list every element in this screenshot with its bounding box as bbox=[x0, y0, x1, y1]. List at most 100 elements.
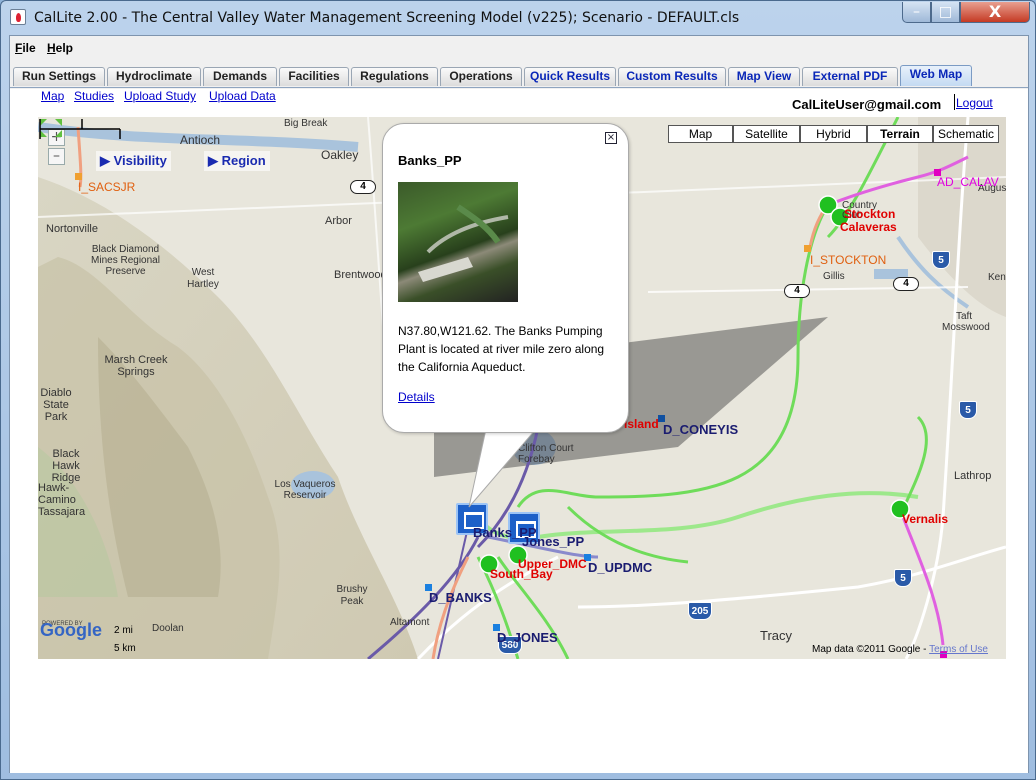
place-label: Big Break bbox=[284, 118, 328, 129]
stockton-label: Stockton bbox=[844, 207, 896, 221]
place-label: Antioch bbox=[180, 133, 221, 147]
tab-hydroclimate[interactable]: Hydroclimate bbox=[107, 67, 201, 86]
tab-quick-results[interactable]: Quick Results bbox=[524, 67, 616, 86]
upload-data-link[interactable]: Upload Data bbox=[209, 89, 276, 103]
map-canvas[interactable]: + – ▶ Visibility ▶ Region Map Satellite … bbox=[38, 117, 1006, 659]
menu-bar: File Help bbox=[10, 36, 1028, 60]
scale-km-label: 5 km bbox=[114, 643, 136, 654]
route-shield: 5 bbox=[932, 251, 950, 269]
web-map-panel: Map Studies Upload Study Upload Data Cal… bbox=[10, 89, 1028, 773]
region-label: Region bbox=[221, 153, 266, 168]
popup-close-icon[interactable]: × bbox=[605, 132, 617, 144]
client-area: File Help Run Settings Hydroclimate Dema… bbox=[9, 35, 1029, 773]
pumping-plant-photo bbox=[398, 182, 518, 302]
maptype-satellite-button[interactable]: Satellite bbox=[733, 125, 800, 143]
maptype-hybrid-button[interactable]: Hybrid bbox=[800, 125, 867, 143]
expand-arrow-icon: ▶ bbox=[100, 153, 114, 168]
map-copyright: Map data ©2011 Google - Terms of Use bbox=[812, 644, 988, 655]
vernalis-label: Vernalis bbox=[902, 512, 949, 526]
tab-operations[interactable]: Operations bbox=[440, 67, 522, 86]
tab-bar: Run Settings Hydroclimate Demands Facili… bbox=[10, 64, 1028, 88]
place-label: Brentwood bbox=[334, 269, 387, 281]
app-icon bbox=[10, 9, 26, 25]
ad-calav-label: AD_CALAV bbox=[937, 175, 999, 189]
place-label: Hawk-Camino Tassajara bbox=[38, 482, 86, 518]
d-jones-label: D_JONES bbox=[497, 630, 558, 645]
close-button[interactable]: X bbox=[960, 2, 1030, 23]
place-label: West Hartley bbox=[187, 267, 219, 290]
minimize-button[interactable]: – bbox=[902, 2, 931, 23]
popup-title: Banks_PP bbox=[398, 153, 462, 168]
scale-mi-label: 2 mi bbox=[114, 625, 133, 636]
scale-bar bbox=[39, 119, 121, 139]
place-label: Black Hawk Ridge bbox=[51, 448, 81, 484]
tab-custom-results[interactable]: Custom Results bbox=[618, 67, 726, 86]
jones-pp-label: Jones_PP bbox=[522, 534, 585, 549]
place-label: Taft Mosswood bbox=[942, 311, 990, 333]
tab-run-settings[interactable]: Run Settings bbox=[13, 67, 105, 86]
terms-of-use-link[interactable]: Terms of Use bbox=[929, 644, 988, 655]
info-popup: × Banks_PP N37.80,W121.62. The Banks Pum… bbox=[382, 123, 629, 433]
d-banks-label: D_BANKS bbox=[429, 590, 492, 605]
place-label: Gillis bbox=[823, 271, 845, 282]
i-stockton-label: I_STOCKTON bbox=[810, 253, 887, 267]
region-toggle[interactable]: ▶ Region bbox=[204, 151, 270, 171]
place-label: Oakley bbox=[321, 148, 359, 162]
tab-map-view[interactable]: Map View bbox=[728, 67, 800, 86]
upload-study-link[interactable]: Upload Study bbox=[124, 89, 196, 103]
maptype-terrain-button[interactable]: Terrain bbox=[867, 125, 933, 143]
place-label: Nortonville bbox=[46, 223, 98, 235]
menu-file[interactable]: File bbox=[15, 41, 36, 55]
text-cursor bbox=[954, 94, 955, 110]
south-bay-label: South_Bay bbox=[490, 567, 553, 581]
d-updmc-label: D_UPDMC bbox=[588, 560, 653, 575]
zoom-out-button[interactable]: – bbox=[48, 148, 65, 165]
maximize-button[interactable]: □ bbox=[931, 2, 960, 23]
visibility-label: Visibility bbox=[113, 153, 167, 168]
expand-arrow-icon: ▶ bbox=[208, 153, 222, 168]
place-label: Diablo State Park bbox=[40, 387, 72, 423]
tab-regulations[interactable]: Regulations bbox=[351, 67, 438, 86]
studies-link[interactable]: Studies bbox=[74, 89, 114, 103]
title-bar[interactable]: CalLite 2.00 - The Central Valley Water … bbox=[1, 1, 1035, 35]
island-label: Island bbox=[624, 417, 659, 431]
place-label: Kent bbox=[988, 272, 1006, 283]
maptype-map-button[interactable]: Map bbox=[668, 125, 733, 143]
popup-pointer bbox=[468, 429, 537, 508]
user-email: CalLiteUser@gmail.com bbox=[792, 97, 942, 112]
route-shield: 5 bbox=[894, 569, 912, 587]
place-label: Arbor bbox=[325, 215, 352, 227]
tab-facilities[interactable]: Facilities bbox=[279, 67, 349, 86]
route-shield: 5 bbox=[959, 401, 977, 419]
map-link[interactable]: Map bbox=[41, 89, 64, 103]
place-label: Black Diamond Mines Regional Preserve bbox=[91, 244, 160, 277]
route-shield: 4 bbox=[893, 277, 919, 291]
aerial-photo-image bbox=[418, 204, 509, 282]
place-label: Marsh Creek Springs bbox=[104, 354, 168, 378]
i-sacsjr-label: I_SACSJR bbox=[78, 180, 136, 194]
menu-help[interactable]: Help bbox=[47, 41, 73, 55]
tab-demands[interactable]: Demands bbox=[203, 67, 277, 86]
d-coneyis-label: D_CONEYIS bbox=[663, 422, 739, 437]
google-logo[interactable]: Google bbox=[40, 620, 102, 641]
calaveras-label: Calaveras bbox=[840, 220, 897, 234]
popup-description: N37.80,W121.62. The Banks Pumping Plant … bbox=[398, 324, 605, 374]
visibility-toggle[interactable]: ▶ Visibility bbox=[96, 151, 171, 171]
tab-web-map[interactable]: Web Map bbox=[900, 65, 972, 86]
place-label: Los Vaqueros Reservoir bbox=[274, 479, 336, 501]
tab-external-pdf[interactable]: External PDF bbox=[802, 67, 898, 86]
place-label: Brushy Peak bbox=[336, 584, 368, 607]
route-shield: 4 bbox=[350, 180, 376, 194]
place-label: Altamont bbox=[390, 617, 430, 628]
popup-details-link[interactable]: Details bbox=[398, 390, 435, 404]
place-label: Lathrop bbox=[954, 470, 992, 482]
route-shield: 205 bbox=[688, 602, 712, 620]
place-label: Tracy bbox=[760, 628, 793, 643]
copyright-text: Map data ©2011 Google - bbox=[812, 644, 927, 655]
place-label: Doolan bbox=[152, 623, 184, 634]
window-title: CalLite 2.00 - The Central Valley Water … bbox=[34, 10, 740, 26]
logout-link[interactable]: Logout bbox=[956, 96, 993, 110]
route-shield: 4 bbox=[784, 284, 810, 298]
app-window: CalLite 2.00 - The Central Valley Water … bbox=[0, 0, 1036, 780]
maptype-schematic-button[interactable]: Schematic bbox=[933, 125, 999, 143]
